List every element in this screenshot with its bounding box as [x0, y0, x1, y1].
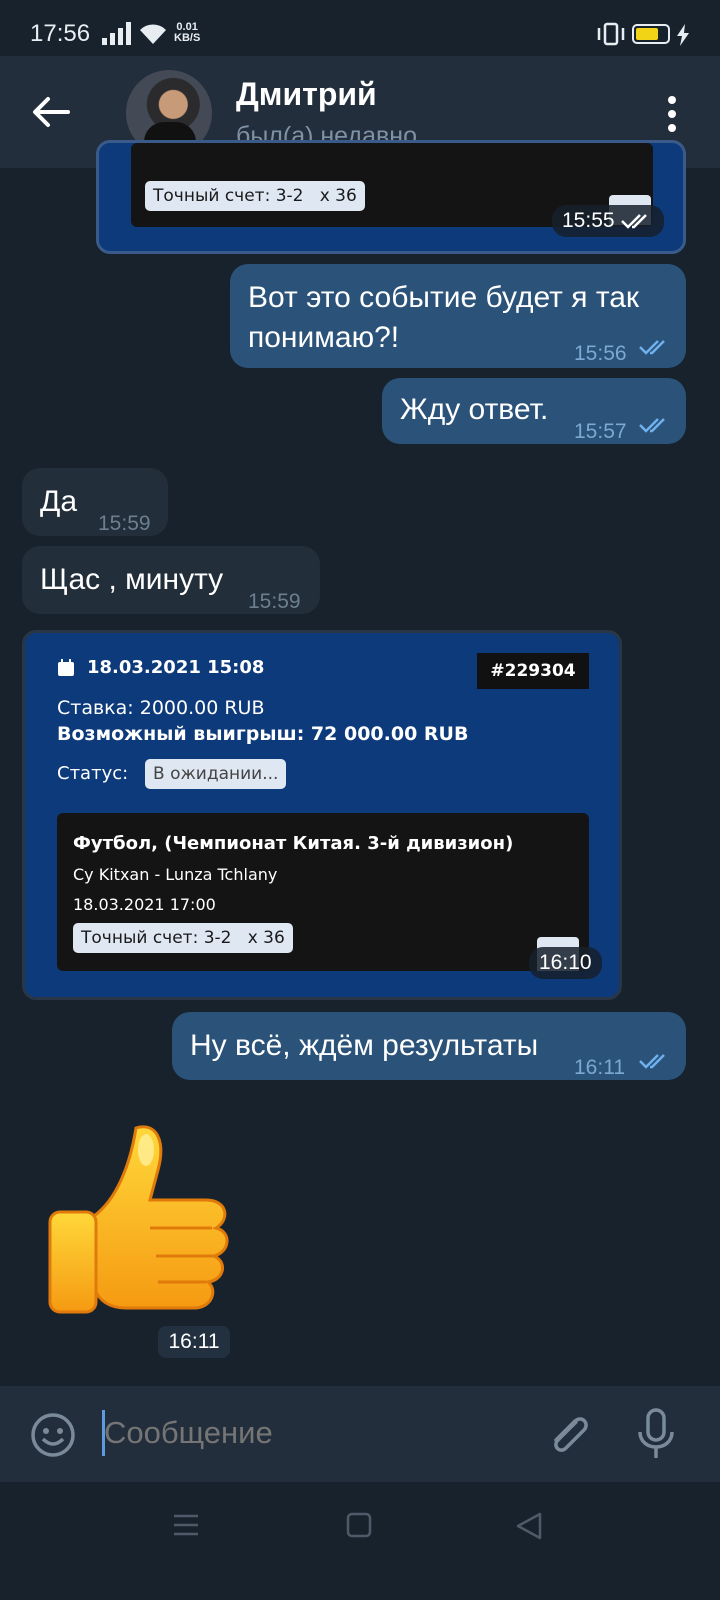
bet-screenshot-previous[interactable]: Точный счет: 3-2 x 36 15:55	[96, 140, 686, 254]
message-bubble-in[interactable]: Щас , минуту 15:59	[22, 546, 320, 614]
home-icon[interactable]	[346, 1512, 372, 1538]
bet-date: 18.03.2021 15:08	[87, 657, 265, 678]
message-input-bar	[0, 1386, 720, 1482]
message-text: Щас , минуту	[40, 563, 224, 596]
event-teams: Cy Kitxan - Lunza Tchlany	[73, 865, 278, 884]
system-nav-bar	[0, 1482, 720, 1600]
bet-stake: Ставка: 2000.00 RUB	[57, 697, 265, 719]
message-bubble-in[interactable]: Да 15:59	[22, 468, 168, 536]
bet-screenshot[interactable]: 18.03.2021 15:08 #229304 Ставка: 2000.00…	[22, 630, 622, 1000]
battery-icon	[632, 24, 670, 44]
thumbs-up-icon[interactable]	[46, 1120, 236, 1316]
message-bubble-out[interactable]: Жду ответ. 15:57	[382, 378, 686, 444]
calendar-icon	[58, 659, 74, 676]
emoji-icon[interactable]	[30, 1412, 76, 1458]
status-bar: 17:56 0.01 KB/S	[0, 0, 720, 56]
message-bubble-out[interactable]: Вот это событие будет я так понимаю?! 15…	[230, 264, 686, 368]
attach-icon[interactable]	[546, 1410, 590, 1458]
signal-icon	[102, 22, 131, 45]
message-time: 15:59	[98, 512, 151, 535]
status-label: Статус:	[57, 763, 129, 784]
event-box: Футбол, (Чемпионат Китая. 3-й дивизион) …	[57, 813, 589, 971]
read-ticks-icon	[639, 418, 665, 433]
message-text: Жду ответ.	[400, 393, 549, 426]
back-triangle-icon[interactable]	[516, 1512, 542, 1540]
event-title: Футбол, (Чемпионат Китая. 3-й дивизион)	[73, 833, 514, 854]
vibrate-icon	[597, 22, 625, 46]
score-pill: Точный счет: 3-2 x 36	[73, 923, 293, 953]
message-text: Да	[40, 485, 78, 518]
status-badge: В ожидании...	[145, 759, 287, 789]
bet-win: Возможный выигрыш: 72 000.00 RUB	[57, 723, 469, 745]
message-time: 16:10	[529, 947, 602, 979]
read-ticks-icon	[639, 1054, 665, 1069]
read-ticks-icon	[639, 340, 665, 355]
score-pill: Точный счет: 3-2 x 36	[145, 181, 365, 211]
message-time: 15:59	[248, 590, 301, 613]
ticket-number: #229304	[477, 653, 589, 689]
charging-icon	[677, 24, 689, 46]
message-time: 16:11	[574, 1056, 625, 1079]
read-ticks-icon	[621, 214, 648, 230]
back-arrow-icon[interactable]	[28, 90, 72, 134]
status-time: 17:56	[30, 20, 91, 47]
sticker-time: 16:11	[158, 1326, 230, 1358]
message-time: 15:57	[574, 420, 627, 443]
message-time: 15:55	[552, 205, 665, 237]
menu-icon[interactable]	[174, 1514, 198, 1536]
message-text: Ну всё, ждём результаты	[190, 1029, 539, 1062]
microphone-icon[interactable]	[636, 1408, 676, 1460]
message-time: 15:56	[574, 342, 627, 365]
message-input[interactable]	[104, 1408, 524, 1458]
message-bubble-out[interactable]: Ну всё, ждём результаты 16:11	[172, 1012, 686, 1080]
more-options-icon[interactable]	[660, 94, 684, 134]
network-speed: 0.01 KB/S	[174, 21, 201, 44]
event-date: 18.03.2021 17:00	[73, 895, 216, 914]
wifi-icon	[140, 24, 166, 44]
contact-name[interactable]: Дмитрий	[236, 76, 377, 113]
